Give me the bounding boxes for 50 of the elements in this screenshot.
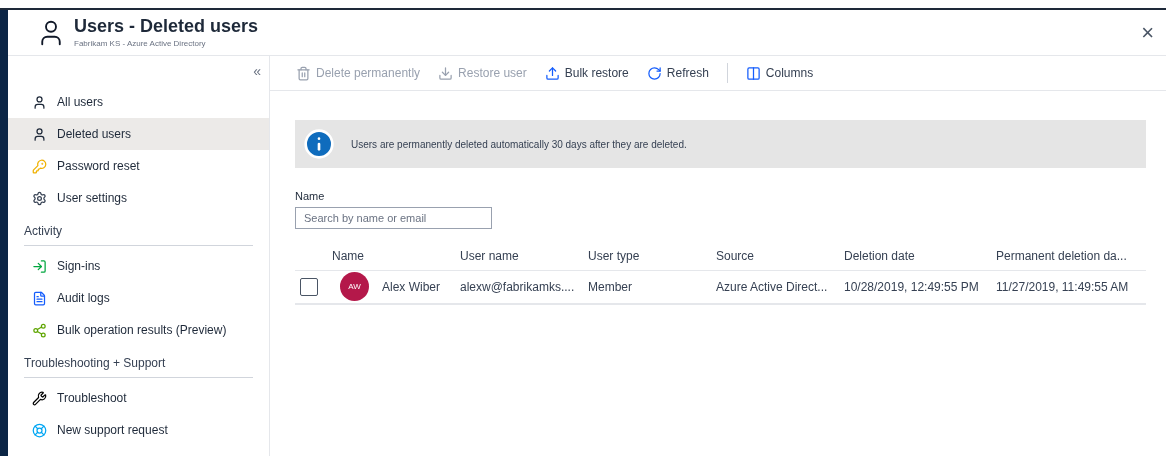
table-cell-text: 10/28/2019, 12:49:55 PM bbox=[844, 278, 979, 296]
settings-icon bbox=[32, 190, 47, 206]
section-heading: Activity bbox=[24, 222, 253, 246]
trash-icon bbox=[296, 65, 311, 81]
share-icon bbox=[32, 322, 47, 338]
table-cell-text: alexw@fabrikamks.... bbox=[460, 278, 575, 296]
section-heading: Troubleshooting + Support bbox=[24, 354, 253, 378]
info-icon bbox=[303, 128, 335, 160]
table-cell-text: Alex Wiber bbox=[382, 278, 440, 296]
table-cell-text: Member bbox=[588, 278, 632, 296]
key-icon bbox=[32, 158, 47, 174]
refresh-icon bbox=[646, 65, 662, 81]
filter-label: Name bbox=[295, 189, 325, 204]
column-header[interactable]: Deletion date bbox=[844, 247, 996, 265]
sidebar-item[interactable]: User settings bbox=[8, 182, 269, 214]
user-icon bbox=[32, 126, 47, 142]
toolbar-button[interactable]: Columns bbox=[745, 64, 814, 82]
sidebar-item[interactable]: Audit logs bbox=[8, 282, 269, 314]
info-text: Users are permanently deleted automatically 30 days after they are deleted. bbox=[351, 137, 687, 152]
column-header[interactable]: User name bbox=[460, 247, 588, 265]
lifebuoy-icon bbox=[32, 422, 47, 438]
column-header[interactable]: Name bbox=[332, 247, 460, 265]
sidebar-item[interactable]: Password reset bbox=[8, 150, 269, 182]
search-field[interactable]: Search by name or email bbox=[295, 206, 492, 229]
user-icon bbox=[32, 94, 47, 110]
sidebar-item[interactable]: Troubleshoot bbox=[8, 382, 269, 414]
toolbar-button[interactable]: Bulk restore bbox=[544, 64, 629, 82]
upload-icon bbox=[544, 65, 560, 81]
column-header[interactable]: User type bbox=[588, 247, 716, 265]
page-title: Users - Deleted users bbox=[74, 15, 259, 38]
page-subtitle: Fabrikam KS - Azure Active Directory bbox=[74, 37, 207, 50]
download-icon bbox=[438, 65, 454, 81]
collapse-button[interactable]: « bbox=[253, 60, 261, 82]
document-icon bbox=[32, 290, 47, 306]
sidebar-item[interactable]: Bulk operation results (Preview) bbox=[8, 314, 269, 346]
toolbar-button[interactable]: Refresh bbox=[646, 64, 709, 82]
table-cell-text: Azure Active Direct... bbox=[716, 278, 828, 296]
column-header[interactable]: Source bbox=[716, 247, 844, 265]
sidebar-item[interactable]: Sign-ins bbox=[8, 250, 269, 282]
sidebar-item[interactable]: New support request bbox=[8, 414, 269, 446]
wrench-icon bbox=[32, 390, 47, 406]
sign-in-icon bbox=[32, 258, 47, 274]
sidebar-item[interactable]: All users bbox=[8, 86, 269, 118]
sidebar-item[interactable]: Deleted users bbox=[8, 118, 269, 150]
avatar: AW bbox=[340, 272, 369, 301]
columns-icon bbox=[745, 65, 761, 81]
row-checkbox[interactable] bbox=[300, 277, 318, 296]
table-cell-text: 11/27/2019, 11:49:55 AM bbox=[996, 278, 1129, 296]
close-button[interactable]: × bbox=[1141, 21, 1154, 44]
column-header[interactable]: Permanent deletion da... bbox=[996, 247, 1146, 265]
